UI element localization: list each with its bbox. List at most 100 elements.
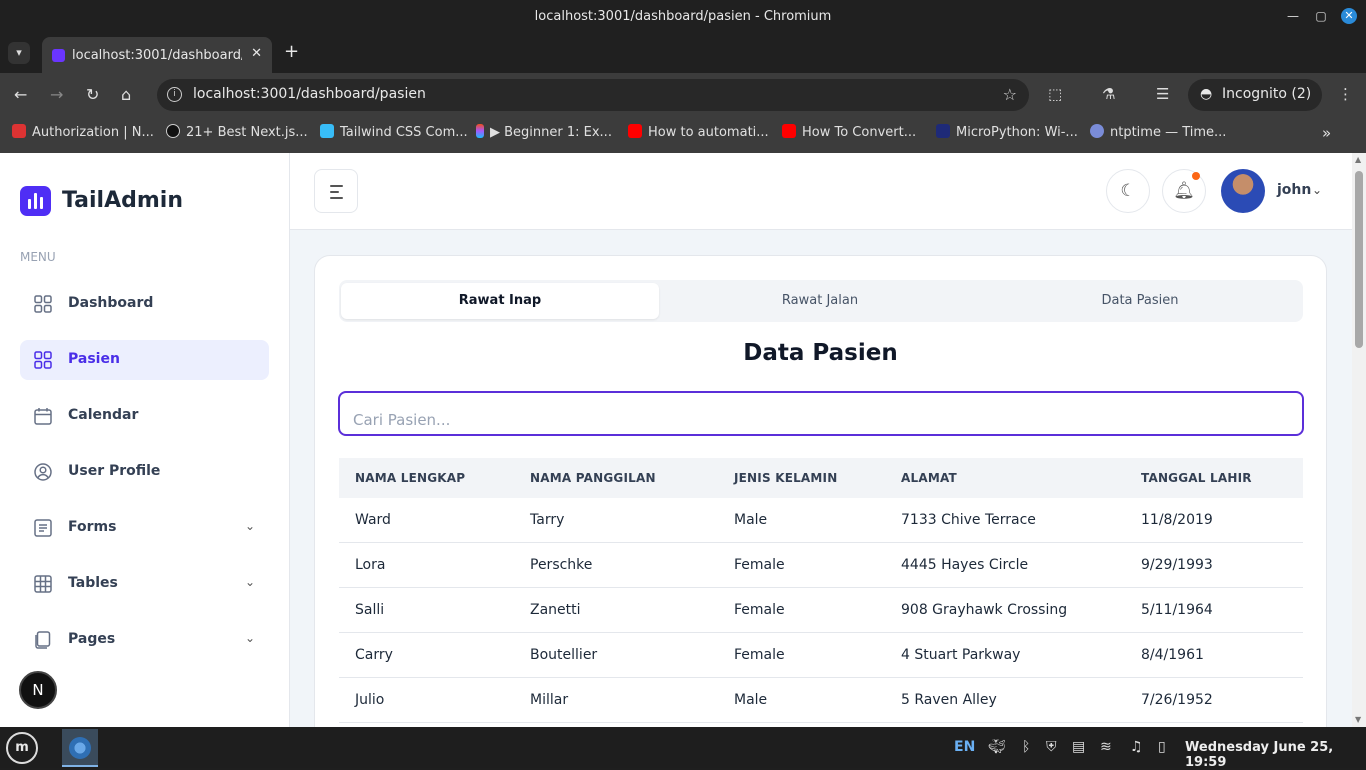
tab-rawat-jalan[interactable]: Rawat Jalan	[661, 283, 979, 319]
cell-jenis-kelamin: Female	[734, 602, 785, 618]
network-icon[interactable]: ▤	[1072, 739, 1085, 755]
bookmark-item[interactable]: MicroPython: Wi-...	[936, 124, 1078, 140]
labs-flask-icon[interactable]: ⚗	[1102, 85, 1115, 103]
bluetooth-icon[interactable]: ᛒ	[1022, 739, 1030, 755]
menu-heading: MENU	[20, 250, 56, 264]
keyboard-layout[interactable]: EN	[954, 739, 975, 755]
bookmark-item[interactable]: ntptime — Time...	[1090, 124, 1226, 140]
bookmark-favicon-icon	[1090, 124, 1104, 138]
minimize-icon[interactable]: —	[1285, 8, 1301, 24]
cell-nama-lengkap: Julio	[355, 692, 385, 708]
close-window-icon[interactable]: ✕	[1341, 8, 1357, 24]
reload-icon[interactable]: ↻	[86, 85, 99, 104]
chromium-taskbar-app[interactable]	[62, 729, 98, 767]
cell-nama-panggilan: Tarry	[530, 512, 565, 528]
browser-menu-icon[interactable]: ⋮	[1338, 85, 1353, 103]
chromium-icon	[69, 737, 91, 759]
sidebar-item-label: Tables	[68, 575, 118, 591]
incognito-label: Incognito (2)	[1222, 86, 1312, 102]
column-header[interactable]: TANGGAL LAHIR	[1141, 471, 1252, 485]
table-row[interactable]: Salli Zanetti Female 908 Grayhawk Crossi…	[339, 588, 1303, 633]
cell-alamat: 4445 Hayes Circle	[901, 557, 1029, 573]
sidebar-item-pages[interactable]: Pages ⌄	[20, 620, 269, 660]
column-header[interactable]: NAMA PANGGILAN	[530, 471, 656, 485]
browser-tab[interactable]: localhost:3001/dashboard/p ✕	[42, 37, 272, 73]
bookmark-item[interactable]: Tailwind CSS Com...	[320, 124, 468, 140]
bookmarks-bar: Authorization | N... 21+ Best Next.js...…	[0, 117, 1366, 153]
site-info-icon[interactable]: i	[167, 87, 182, 102]
tab-data-pasien[interactable]: Data Pasien	[981, 283, 1299, 319]
docker-icon[interactable]: 🐳︎	[988, 739, 1006, 755]
bookmark-item[interactable]: 21+ Best Next.js...	[166, 124, 308, 140]
cell-nama-lengkap: Salli	[355, 602, 385, 618]
bookmark-item[interactable]: Authorization | N...	[12, 124, 154, 140]
close-tab-icon[interactable]: ✕	[251, 46, 262, 61]
bookmark-item[interactable]: ▶ Beginner 1: Ex...	[476, 124, 612, 140]
maximize-icon[interactable]: ▢	[1313, 8, 1329, 24]
more-bookmarks-icon[interactable]: »	[1322, 124, 1331, 142]
chevron-down-icon[interactable]: ⌄	[1312, 183, 1322, 197]
nextjs-dev-indicator[interactable]: N	[19, 671, 57, 709]
bookmark-star-icon[interactable]: ☆	[1003, 85, 1017, 104]
cell-alamat: 5 Raven Alley	[901, 692, 997, 708]
column-header[interactable]: NAMA LENGKAP	[355, 471, 465, 485]
cell-nama-panggilan: Perschke	[530, 557, 593, 573]
start-menu-icon[interactable]: m	[6, 732, 38, 764]
sound-icon[interactable]: ♫	[1130, 739, 1143, 755]
user-name[interactable]: john	[1277, 182, 1311, 198]
extensions-icon[interactable]: ⬚	[1048, 85, 1062, 103]
sidebar-toggle-button[interactable]	[314, 169, 358, 213]
patient-table: NAMA LENGKAP NAMA PANGGILAN JENIS KELAMI…	[339, 458, 1303, 723]
cell-tanggal-lahir: 11/8/2019	[1141, 512, 1213, 528]
cell-tanggal-lahir: 7/26/1952	[1141, 692, 1213, 708]
tab-group: Rawat Inap Rawat Jalan Data Pasien	[339, 280, 1303, 322]
table-row[interactable]: Lora Perschke Female 4445 Hayes Circle 9…	[339, 543, 1303, 588]
search-input[interactable]	[338, 391, 1304, 436]
wifi-icon[interactable]: ≋	[1100, 739, 1112, 755]
cell-alamat: 4 Stuart Parkway	[901, 647, 1021, 663]
scroll-down-icon[interactable]: ▼	[1355, 715, 1361, 724]
table-header: NAMA LENGKAP NAMA PANGGILAN JENIS KELAMI…	[339, 458, 1303, 498]
table-row[interactable]: Julio Millar Male 5 Raven Alley 7/26/195…	[339, 678, 1303, 723]
window-title: localhost:3001/dashboard/pasien - Chromi…	[534, 9, 832, 24]
sidebar-item-user-profile[interactable]: User Profile	[20, 452, 269, 492]
avatar[interactable]	[1221, 169, 1265, 213]
cell-nama-panggilan: Boutellier	[530, 647, 598, 663]
tab-rawat-inap[interactable]: Rawat Inap	[341, 283, 659, 319]
pages-icon	[35, 631, 51, 649]
bookmark-favicon-icon	[628, 124, 642, 138]
address-bar[interactable]: i localhost:3001/dashboard/pasien ☆	[157, 79, 1029, 111]
page-scrollbar[interactable]: ▲ ▼	[1352, 153, 1366, 727]
new-tab-icon[interactable]: +	[284, 41, 299, 62]
bell-icon: 🔔︎	[1173, 181, 1195, 201]
bookmark-favicon-icon	[12, 124, 26, 138]
shield-icon[interactable]: ⛨	[1046, 739, 1057, 755]
sidebar: TailAdmin MENU Dashboard Pasien Calendar…	[0, 153, 290, 727]
table-icon	[34, 575, 52, 593]
tab-search-icon[interactable]: ▾	[8, 42, 30, 64]
sidebar-item-forms[interactable]: Forms ⌄	[20, 508, 269, 548]
table-row[interactable]: Ward Tarry Male 7133 Chive Terrace 11/8/…	[339, 498, 1303, 543]
tab-strip: ▾ localhost:3001/dashboard/p ✕ +	[0, 33, 1366, 73]
dark-mode-toggle[interactable]: ☾	[1106, 169, 1150, 213]
clock[interactable]: Wednesday June 25, 19:59	[1185, 740, 1366, 770]
bookmark-item[interactable]: How To Convert...	[782, 124, 916, 140]
scroll-up-icon[interactable]: ▲	[1355, 155, 1361, 164]
forward-icon[interactable]: →	[50, 85, 63, 104]
back-icon[interactable]: ←	[14, 85, 27, 104]
notifications-button[interactable]: 🔔︎	[1162, 169, 1206, 213]
sidebar-item-pasien[interactable]: Pasien	[20, 340, 269, 380]
incognito-profile-button[interactable]: ◓ Incognito (2)	[1188, 79, 1322, 111]
column-header[interactable]: JENIS KELAMIN	[734, 471, 837, 485]
table-row[interactable]: Carry Boutellier Female 4 Stuart Parkway…	[339, 633, 1303, 678]
battery-icon[interactable]: ▯	[1158, 739, 1166, 755]
sidebar-item-tables[interactable]: Tables ⌄	[20, 564, 269, 604]
bookmark-item[interactable]: How to automati...	[628, 124, 769, 140]
home-icon[interactable]: ⌂	[121, 85, 131, 104]
scrollbar-thumb[interactable]	[1355, 171, 1363, 348]
sidebar-item-dashboard[interactable]: Dashboard	[20, 284, 269, 324]
sidebar-item-label: Calendar	[68, 407, 139, 423]
column-header[interactable]: ALAMAT	[901, 471, 957, 485]
media-controls-icon[interactable]: ☰	[1156, 85, 1169, 103]
sidebar-item-calendar[interactable]: Calendar	[20, 396, 269, 436]
